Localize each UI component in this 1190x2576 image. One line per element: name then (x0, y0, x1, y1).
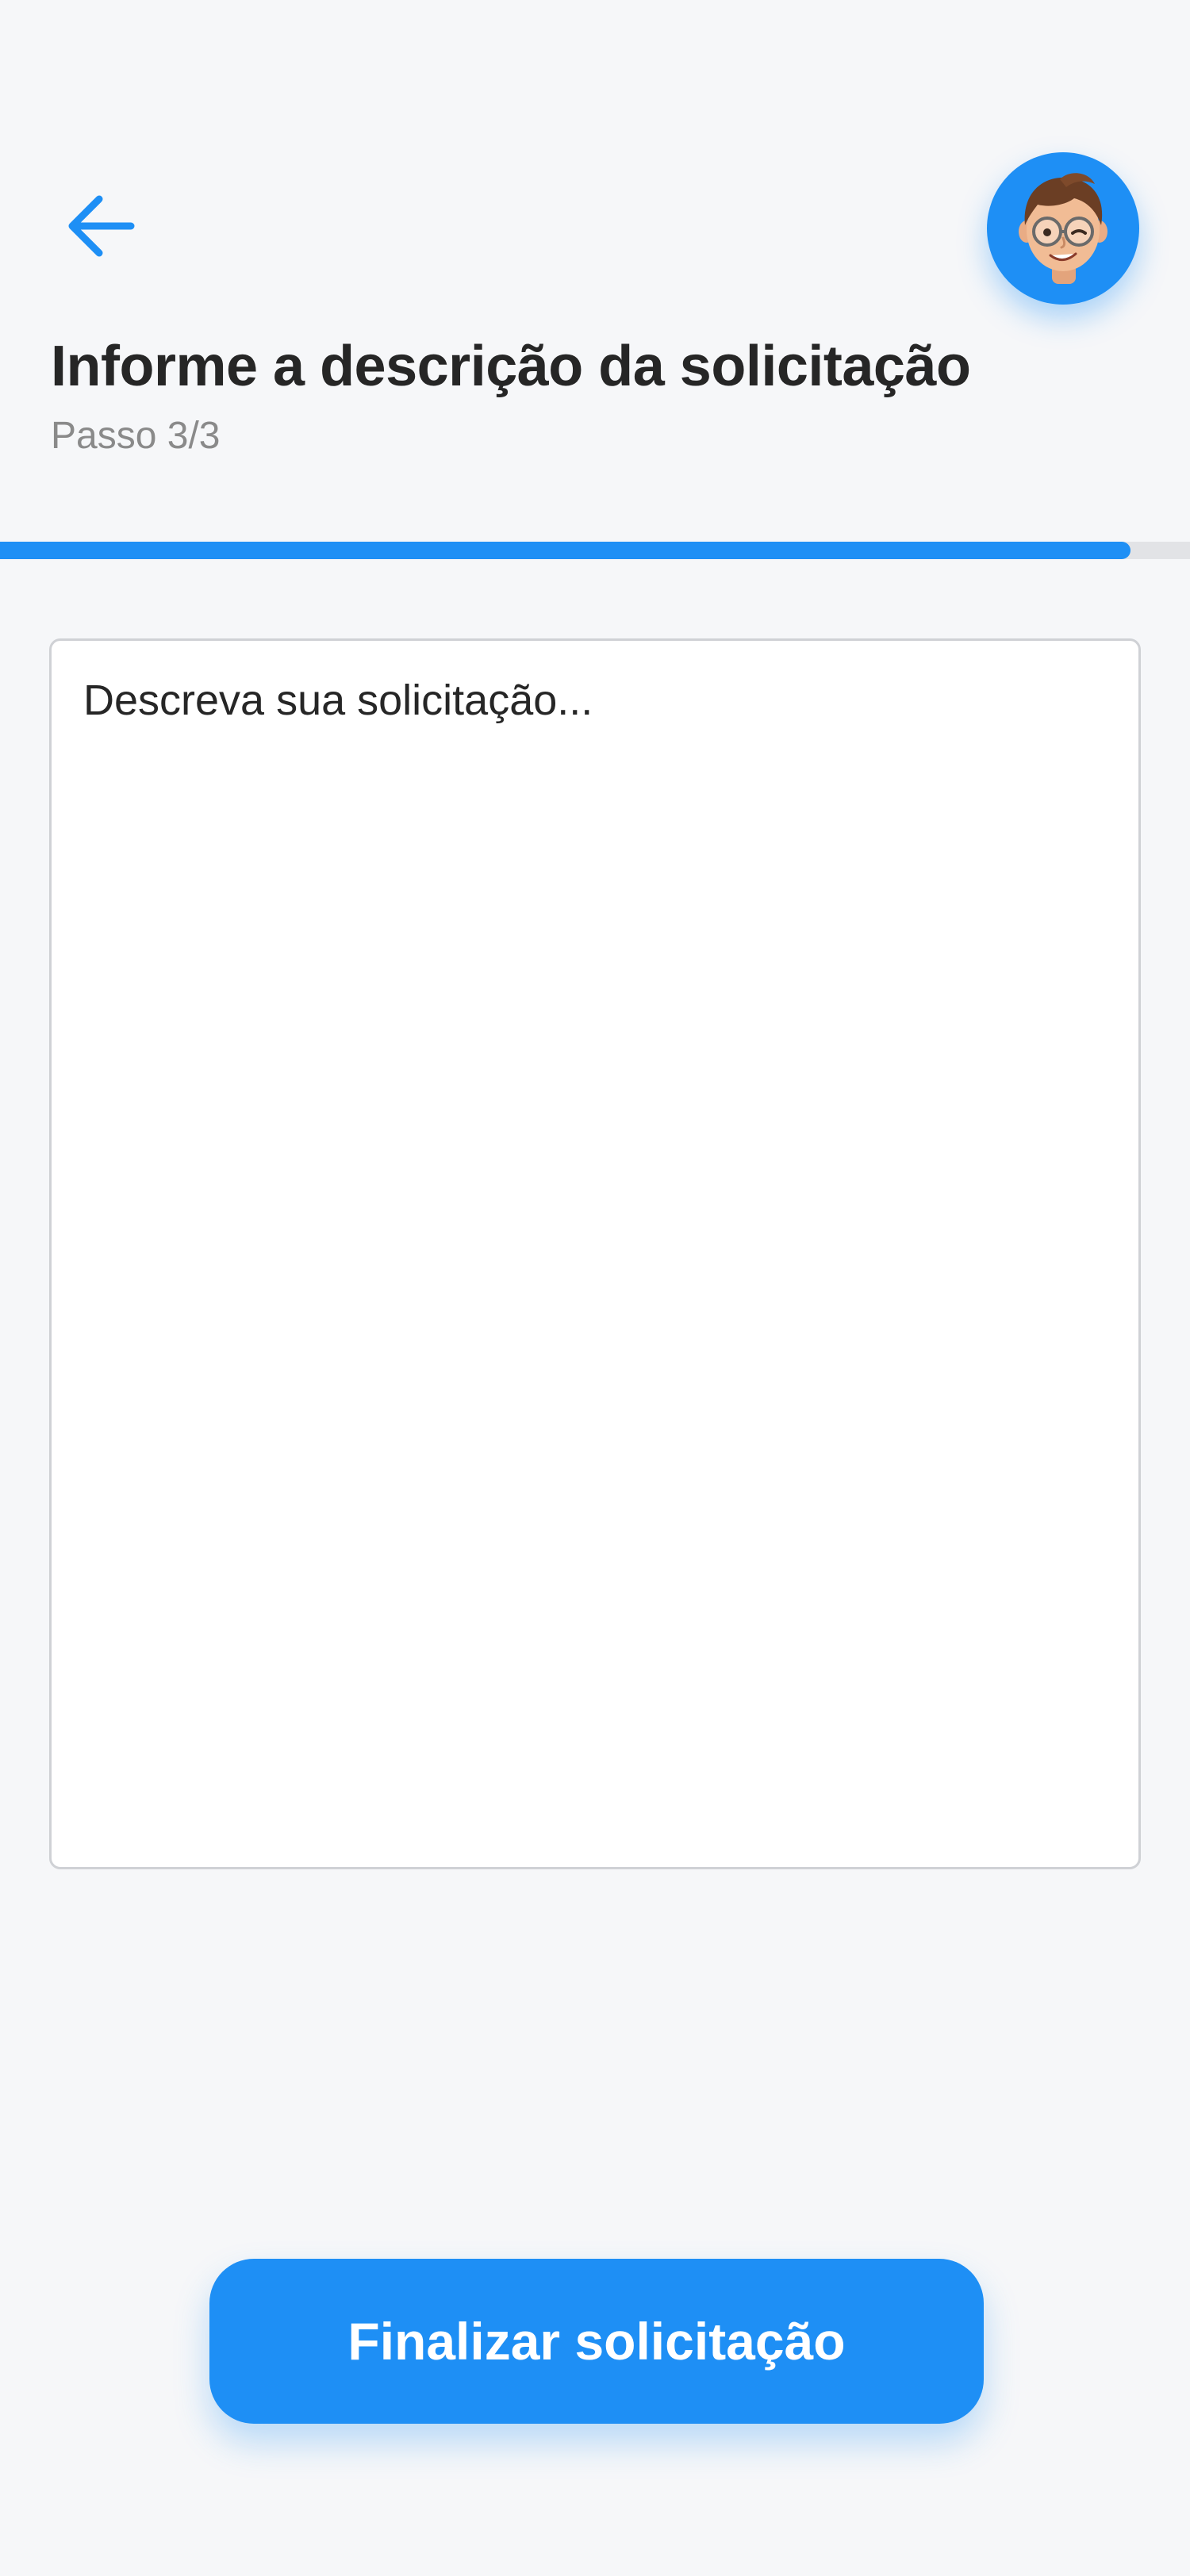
step-indicator: Passo 3/3 (51, 415, 221, 457)
progress-bar (0, 542, 1190, 559)
arrow-left-icon (68, 195, 135, 257)
avatar[interactable] (987, 152, 1139, 305)
finish-request-button[interactable]: Finalizar solicitação (209, 2259, 984, 2424)
memoji-avatar-icon (1019, 173, 1107, 284)
description-textarea[interactable] (49, 638, 1141, 1869)
back-button[interactable] (57, 182, 144, 270)
page-title: Informe a descrição da solicitação (51, 335, 971, 398)
progress-bar-fill (0, 542, 1130, 559)
